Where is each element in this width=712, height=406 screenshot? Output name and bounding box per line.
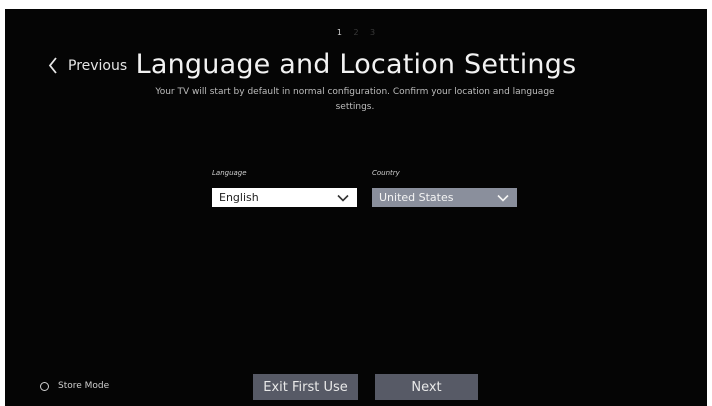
country-value: United States: [379, 191, 454, 204]
next-label: Next: [411, 379, 442, 395]
radio-icon: [40, 381, 49, 391]
store-mode-label: Store Mode: [58, 381, 110, 391]
page-title: Language and Location Settings: [135, 49, 577, 80]
step-3: 3: [370, 28, 376, 37]
step-indicator: 1 2 3: [5, 28, 707, 37]
chevron-down-icon: [497, 194, 509, 202]
country-label: Country: [372, 169, 400, 177]
step-2: 2: [353, 28, 359, 37]
language-label: Language: [212, 169, 247, 177]
exit-first-use-label: Exit First Use: [263, 379, 348, 395]
tv-screen: 1 2 3 Previous Language and Location Set…: [5, 9, 707, 406]
language-select[interactable]: English: [212, 188, 357, 207]
exit-first-use-button[interactable]: Exit First Use: [253, 374, 358, 400]
country-select[interactable]: United States: [372, 188, 517, 207]
chevron-down-icon: [337, 194, 349, 202]
page-subtitle: Your TV will start by default in normal …: [155, 87, 555, 112]
next-button[interactable]: Next: [375, 374, 478, 400]
language-value: English: [219, 191, 259, 204]
store-mode-toggle[interactable]: Store Mode: [40, 381, 109, 391]
step-1: 1: [336, 28, 342, 37]
